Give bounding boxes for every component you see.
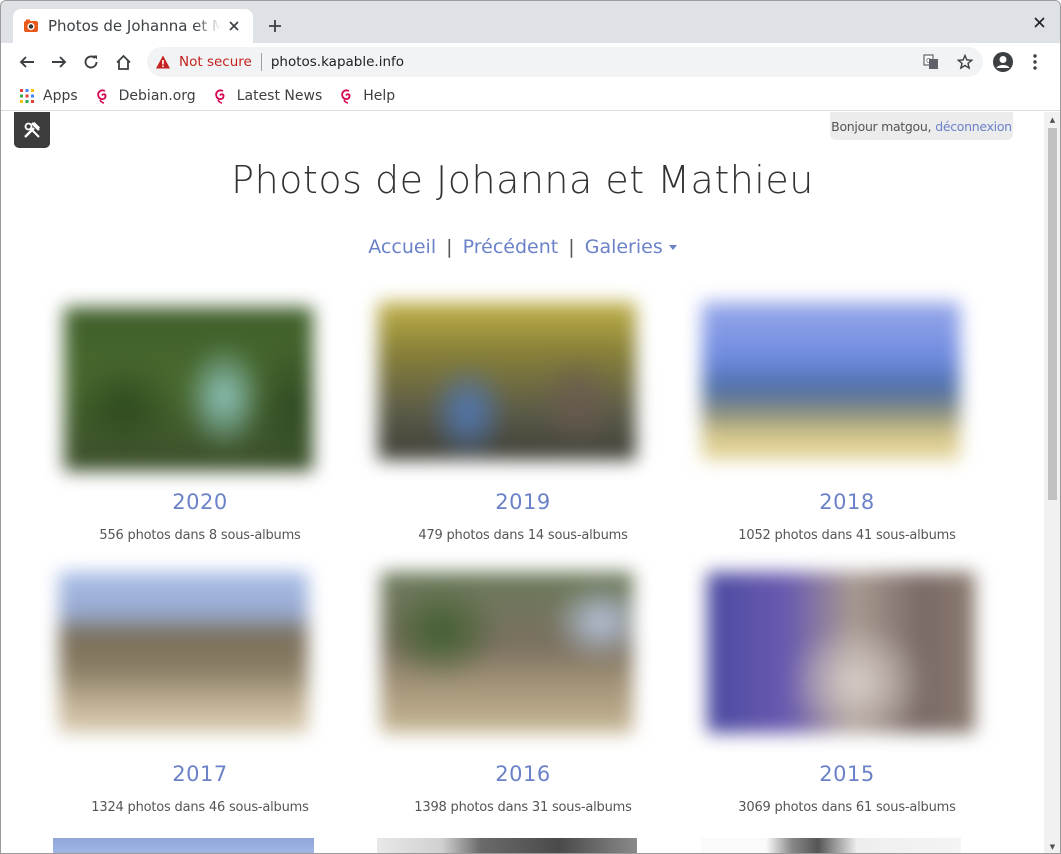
menu-kebab-icon[interactable] <box>1027 51 1043 73</box>
profile-avatar-icon[interactable] <box>992 51 1014 73</box>
bookmark-apps[interactable]: Apps <box>19 88 78 104</box>
bookmark-label: Apps <box>43 87 78 104</box>
album-stats: 1398 photos dans 31 sous-albums <box>414 800 632 815</box>
tab-title: Photos de Johanna et Mathieu <box>48 17 221 35</box>
browser-window: Photos de Johanna et Mathieu <box>0 0 1061 854</box>
album-year-link[interactable]: 2016 <box>363 762 683 786</box>
address-bar[interactable]: Not secure photos.kapable.info G <box>147 47 983 77</box>
album-thumbnail-partial[interactable] <box>53 838 314 853</box>
album-thumbnail-2020[interactable] <box>44 287 333 491</box>
album-year-link[interactable]: 2020 <box>40 490 360 514</box>
omnibox-actions: G <box>921 52 975 72</box>
breadcrumb-nav: Accueil | Précédent | Galeries <box>1 236 1044 258</box>
bookmarks-bar: Apps Debian.org Latest News Help <box>1 81 1060 111</box>
browser-toolbar: Not secure photos.kapable.info G <box>1 43 1060 81</box>
new-tab-plus-icon[interactable] <box>264 15 286 37</box>
home-icon[interactable] <box>112 51 134 73</box>
album-thumbnail-2015[interactable] <box>687 552 1003 753</box>
album-year-link[interactable]: 2019 <box>363 490 683 514</box>
bookmark-help[interactable]: Help <box>339 88 395 104</box>
camera-favicon-icon <box>23 18 39 34</box>
album-thumbnail-partial[interactable] <box>701 838 961 853</box>
greeting-text: Bonjour matgou, <box>831 118 932 134</box>
warning-triangle-icon[interactable] <box>155 54 171 70</box>
nav-home-link[interactable]: Accueil <box>368 236 436 258</box>
page-title: Photos de Johanna et Mathieu <box>231 158 814 202</box>
nav-separator: | <box>446 236 453 258</box>
url-text[interactable]: photos.kapable.info <box>271 54 404 70</box>
admin-tools-button[interactable] <box>14 112 50 148</box>
album-stats: 3069 photos dans 61 sous-albums <box>738 800 956 815</box>
translate-icon[interactable]: G <box>921 52 941 72</box>
album-stats: 479 photos dans 14 sous-albums <box>418 528 628 543</box>
tab-strip: Photos de Johanna et Mathieu <box>1 1 1060 43</box>
debian-swirl-icon <box>213 88 229 104</box>
album-stats: 1052 photos dans 41 sous-albums <box>738 528 956 543</box>
user-greeting: Bonjour matgou, déconnexion <box>830 112 1013 140</box>
bookmark-debian[interactable]: Debian.org <box>95 88 196 104</box>
album-thumbnail-2016[interactable] <box>361 552 653 753</box>
nav-galleries-dropdown[interactable]: Galeries <box>585 236 677 258</box>
album-stats: 1324 photos dans 46 sous-albums <box>91 800 309 815</box>
tab-close-icon[interactable] <box>225 17 243 35</box>
vertical-scrollbar[interactable]: ▲ ▼ <box>1044 112 1060 853</box>
caret-down-icon <box>668 245 677 250</box>
bookmark-star-icon[interactable] <box>955 52 975 72</box>
debian-swirl-icon <box>339 88 355 104</box>
scroll-down-arrow-icon[interactable]: ▼ <box>1048 843 1057 851</box>
page-viewport: Bonjour matgou, déconnexion Photos de Jo… <box>1 112 1044 853</box>
svg-text:G: G <box>926 57 931 65</box>
not-secure-label[interactable]: Not secure <box>179 54 252 70</box>
bookmark-label: Debian.org <box>118 87 196 104</box>
bookmark-label: Help <box>363 87 396 104</box>
album-thumbnail-2018[interactable] <box>682 282 980 480</box>
album-thumbnail-2017[interactable] <box>39 552 328 753</box>
logout-link[interactable]: déconnexion <box>935 119 1012 134</box>
album-stats: 556 photos dans 8 sous-albums <box>99 528 301 543</box>
bookmark-label: Latest News <box>236 87 323 104</box>
back-arrow-icon[interactable] <box>16 51 38 73</box>
nav-previous-link[interactable]: Précédent <box>463 236 559 258</box>
scrollbar-thumb[interactable] <box>1048 128 1057 500</box>
album-thumbnail-2019[interactable] <box>354 282 660 480</box>
forward-arrow-icon[interactable] <box>48 51 70 73</box>
album-thumbnail-partial[interactable] <box>377 838 637 853</box>
debian-swirl-icon <box>95 88 111 104</box>
scroll-up-arrow-icon[interactable]: ▲ <box>1048 116 1057 124</box>
album-year-link[interactable]: 2018 <box>687 490 1007 514</box>
album-year-link[interactable]: 2017 <box>40 762 360 786</box>
omnibox-separator <box>260 53 262 71</box>
browser-tab[interactable]: Photos de Johanna et Mathieu <box>13 9 253 43</box>
bookmark-latest-news[interactable]: Latest News <box>213 87 323 104</box>
reload-icon[interactable] <box>80 51 102 73</box>
tools-icon <box>24 122 40 138</box>
album-year-link[interactable]: 2015 <box>687 762 1007 786</box>
nav-separator: | <box>568 236 575 258</box>
apps-grid-icon <box>19 88 35 104</box>
nav-galleries-label: Galeries <box>584 236 663 258</box>
window-close-icon[interactable] <box>1030 13 1048 31</box>
